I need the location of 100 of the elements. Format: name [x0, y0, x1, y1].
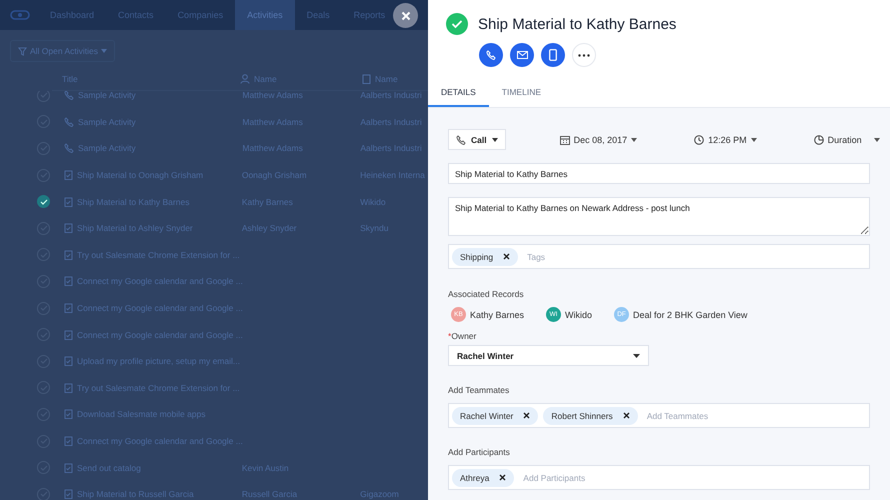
activity-title[interactable]: Connect my Google calendar and Google ... — [77, 276, 243, 286]
activity-title[interactable]: Send out catalog — [77, 462, 242, 473]
teammate-chip[interactable]: Robert Shinners — [543, 406, 638, 424]
table-cell-text: Matthew Adams — [242, 116, 304, 127]
record-link[interactable]: Deal for 2 BHK Garden View — [633, 310, 748, 320]
caret-icon — [101, 49, 108, 53]
remove-icon[interactable] — [499, 474, 506, 481]
complete-checkbox[interactable] — [37, 195, 50, 208]
clipboard-icon — [64, 303, 73, 314]
caret-icon — [750, 138, 757, 142]
owner-dropdown[interactable]: Rachel Winter — [448, 345, 649, 366]
activity-title[interactable]: Connect my Google calendar and Google ... — [77, 330, 243, 340]
tab[interactable]: TIMELINE — [488, 87, 554, 107]
table-cell-text: Aalberts Industri — [360, 143, 423, 154]
activity-title[interactable]: Upload my profile picture, setup my email... — [77, 356, 242, 366]
record-link[interactable]: Kathy Barnes — [470, 310, 524, 320]
activity-title[interactable]: Ship Material to Russell Garcia — [77, 489, 242, 500]
table-cell-text: Matthew Adams — [242, 91, 304, 100]
caret-icon — [631, 138, 638, 142]
more-icon — [578, 54, 590, 56]
nav-tab[interactable]: Companies — [166, 0, 236, 30]
close-icon — [400, 10, 410, 20]
remove-icon[interactable] — [622, 412, 630, 419]
clipboard-icon — [64, 196, 73, 207]
check-icon — [40, 198, 48, 206]
activity-title[interactable]: Connect my Google calendar and Google ... — [77, 436, 243, 446]
nav-tab[interactable]: Dashboard — [38, 0, 106, 30]
phone-icon — [486, 50, 496, 60]
clipboard-icon — [64, 170, 73, 180]
table-cell-text: Aalberts Industri — [360, 116, 423, 127]
person-icon — [240, 74, 250, 84]
activity-title[interactable]: Connect my Google calendar and Google ... — [77, 303, 243, 314]
table-cell-text: Russell Garcia — [242, 489, 298, 500]
more-button[interactable] — [572, 43, 596, 67]
clipboard-icon — [64, 436, 73, 446]
activity-title[interactable]: Ship Material to Oonagh Grisham — [77, 170, 242, 180]
caret-icon — [492, 138, 498, 142]
clipboard-icon — [64, 489, 73, 500]
remove-icon[interactable] — [523, 412, 530, 419]
table-cell-text: Oonagh Grisham — [242, 170, 308, 180]
tag-chip[interactable]: Shipping — [452, 248, 518, 266]
participants-field[interactable]: Athreya Add Participants — [448, 465, 870, 490]
record-link[interactable]: Wikido — [565, 310, 592, 320]
activity-title[interactable]: Download Salesmate mobile apps — [77, 409, 242, 420]
nav-tab[interactable]: Deals — [294, 0, 342, 30]
completed-check-icon[interactable] — [446, 13, 468, 35]
column-header: Name — [362, 74, 398, 84]
mobile-button[interactable] — [541, 43, 565, 67]
filter-dropdown[interactable]: All Open Activities — [10, 40, 116, 62]
subject-field[interactable]: Ship Material to Kathy Barnes — [448, 163, 870, 184]
building-icon — [362, 74, 371, 84]
calendar-icon — [560, 134, 570, 144]
clipboard-icon — [64, 330, 73, 340]
activity-title[interactable]: Try out Salesmate Chrome Extension for ... — [77, 250, 242, 260]
date-picker[interactable]: Dec 08, 2017 — [560, 134, 638, 144]
time-picker[interactable]: 12:26 PM — [694, 134, 757, 144]
field-label: Add Teammates — [448, 385, 510, 395]
table-cell-text: Skyndu — [360, 223, 390, 234]
pie-clock-icon — [814, 134, 824, 144]
duration-dropdown[interactable]: Duration — [814, 134, 880, 144]
caret-icon — [874, 138, 880, 142]
mobile-phone-icon — [549, 49, 557, 61]
activity-title[interactable]: Ship Material to Ashley Snyder — [77, 223, 242, 234]
nav-tab[interactable]: Activities — [235, 0, 295, 30]
type-dropdown[interactable]: Call — [448, 129, 506, 150]
email-button[interactable] — [510, 43, 534, 67]
activity-title[interactable]: Sample Activity — [78, 91, 242, 100]
remove-icon[interactable] — [503, 253, 510, 260]
filter-icon — [18, 46, 27, 56]
activity-title[interactable]: Ship Material to Kathy Barnes — [77, 196, 242, 207]
activity-title[interactable]: Sample Activity — [78, 143, 242, 154]
nav-tab[interactable]: Reports — [342, 0, 398, 30]
field-label: Associated Records — [448, 289, 525, 299]
clipboard-icon — [64, 409, 73, 420]
column-header: Name — [240, 74, 362, 84]
clock-icon — [694, 134, 704, 144]
table-cell-text: Kevin Austin — [242, 462, 290, 473]
table-cell-text: Matthew Adams — [242, 143, 304, 154]
clipboard-icon — [64, 276, 73, 286]
table-cell-text: Gigazoom — [360, 489, 400, 500]
participant-chip[interactable]: Athreya — [452, 468, 514, 486]
field-label: *Owner — [448, 331, 478, 341]
clipboard-icon — [64, 462, 73, 473]
phone-icon — [64, 143, 74, 154]
field-label: Add Participants — [448, 447, 511, 457]
phone-icon — [456, 134, 466, 144]
activity-title[interactable]: Sample Activity — [78, 116, 242, 127]
teammate-chip[interactable]: Rachel Winter — [452, 406, 538, 424]
activity-title[interactable]: Try out Salesmate Chrome Extension for ... — [77, 382, 242, 393]
phone-icon — [64, 91, 74, 100]
table-cell-text: Ashley Snyder — [242, 223, 298, 234]
nav-tab[interactable]: Contacts — [106, 0, 166, 30]
teammates-field[interactable]: Rachel Winter Robert Shinners Add Teammates — [448, 403, 870, 428]
description-field[interactable]: Ship Material to Kathy Barnes on Newark Address - post lunch — [448, 197, 870, 236]
clipboard-icon — [64, 382, 73, 393]
clipboard-icon — [64, 250, 73, 260]
tags-field[interactable]: Shipping Tags — [448, 244, 870, 269]
table-cell-text: Heineken Interna — [360, 170, 426, 180]
call-button[interactable] — [479, 43, 503, 67]
caret-icon — [633, 354, 640, 358]
